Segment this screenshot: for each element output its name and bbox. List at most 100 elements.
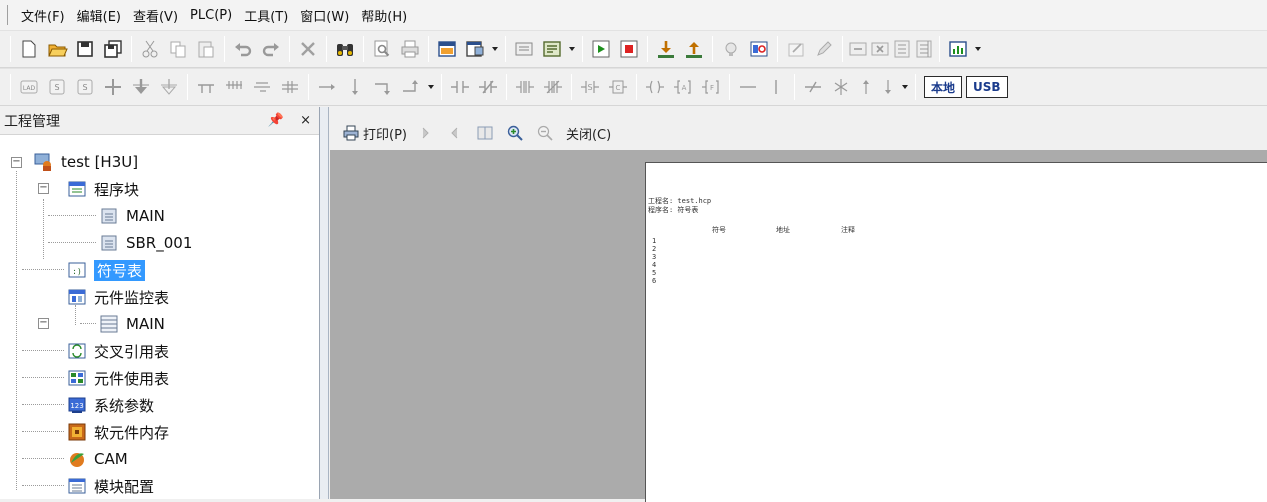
run-plc-icon[interactable] <box>587 35 615 63</box>
delete-hline-icon[interactable] <box>799 73 827 101</box>
sfc-view-icon[interactable]: S <box>43 73 71 101</box>
set-coil-icon[interactable]: A <box>669 73 697 101</box>
compile-icon[interactable] <box>510 35 538 63</box>
double-branch-icon[interactable] <box>220 73 248 101</box>
menu-plc[interactable]: PLC(P) <box>190 8 232 23</box>
monitor-bulb-icon[interactable] <box>717 35 745 63</box>
print-preview-icon[interactable] <box>368 35 396 63</box>
save-all-icon[interactable] <box>99 35 127 63</box>
tree-item-module-config[interactable]: 模块配置 <box>67 475 154 497</box>
no-contact-icon[interactable] <box>446 73 474 101</box>
monitor-table-icon[interactable] <box>745 35 773 63</box>
open-folder-icon[interactable] <box>43 35 71 63</box>
insert-column-icon[interactable] <box>891 35 913 63</box>
compile-all-icon[interactable] <box>538 35 566 63</box>
tree-root[interactable]: test [H3U] <box>34 151 138 173</box>
edit-pencil-icon[interactable] <box>810 35 838 63</box>
arrow-down-outline-icon[interactable] <box>155 73 183 101</box>
menu-tools[interactable]: 工具(T) <box>244 6 288 25</box>
step-view-icon[interactable]: S <box>71 73 99 101</box>
hline-icon[interactable] <box>734 73 762 101</box>
tree-item-cam[interactable]: CAM <box>67 448 128 470</box>
printer-icon[interactable] <box>396 35 424 63</box>
find-binoculars-icon[interactable] <box>331 35 359 63</box>
menu-window[interactable]: 窗口(W) <box>300 6 349 25</box>
move-down-icon[interactable] <box>877 73 899 101</box>
prev-page-button[interactable] <box>446 124 467 142</box>
tree-item-label: MAIN <box>126 315 165 333</box>
usb-connection-button[interactable]: USB <box>966 76 1008 98</box>
collapse-program-blocks-icon[interactable]: − <box>38 183 49 194</box>
copy-icon[interactable] <box>164 35 192 63</box>
redo-icon[interactable] <box>257 35 285 63</box>
vert-wire-icon[interactable] <box>341 73 369 101</box>
arrow-down-icon[interactable] <box>127 73 155 101</box>
tree-item-monitor-table[interactable]: 元件监控表 <box>67 286 169 308</box>
tree-item-sbr-001[interactable]: SBR_001 <box>99 232 192 254</box>
window-list-icon[interactable] <box>461 35 489 63</box>
add-branch-icon[interactable] <box>99 73 127 101</box>
delete-vline-icon[interactable] <box>827 73 855 101</box>
coil-icon[interactable] <box>641 73 669 101</box>
save-icon[interactable] <box>71 35 99 63</box>
function-coil-icon[interactable]: F <box>697 73 725 101</box>
tree-item-symbol-table[interactable]: :) 符号表 <box>67 259 146 281</box>
zoom-in-button[interactable] <box>506 124 527 142</box>
cross-line-icon[interactable] <box>276 73 304 101</box>
menu-view[interactable]: 查看(V) <box>133 6 178 25</box>
parallel-nc-icon[interactable] <box>539 73 567 101</box>
print-button[interactable]: 打印(P) <box>342 124 407 143</box>
tree-item-usage-table[interactable]: 元件使用表 <box>67 367 169 389</box>
pin-icon[interactable]: 📌 <box>268 113 284 128</box>
delete-icon[interactable] <box>294 35 322 63</box>
parallel-no-icon[interactable] <box>511 73 539 101</box>
next-page-button[interactable] <box>416 124 437 142</box>
dropdown-arrow-icon[interactable] <box>489 35 501 63</box>
dropdown-arrow-icon[interactable] <box>566 35 578 63</box>
delete-column-icon[interactable] <box>913 35 935 63</box>
collapse-root-icon[interactable]: − <box>11 157 22 168</box>
undo-icon[interactable] <box>229 35 257 63</box>
move-up-icon[interactable] <box>855 73 877 101</box>
menu-edit[interactable]: 编辑(E) <box>77 6 121 25</box>
tree-item-monitor-main[interactable]: MAIN <box>99 313 165 335</box>
wire-corner-down-icon[interactable] <box>369 73 397 101</box>
menu-help[interactable]: 帮助(H) <box>361 6 407 25</box>
stop-plc-icon[interactable] <box>615 35 643 63</box>
dropdown-arrow-icon[interactable] <box>972 35 984 63</box>
cut-icon[interactable] <box>136 35 164 63</box>
tree-item-cross-reference[interactable]: 交叉引用表 <box>67 340 169 362</box>
vline-icon[interactable] <box>762 73 790 101</box>
tree-item-program-blocks[interactable]: 程序块 <box>67 178 139 200</box>
wire-corner-up-icon[interactable] <box>397 73 425 101</box>
panel-splitter[interactable] <box>320 107 329 499</box>
horizontal-line-icon[interactable] <box>248 73 276 101</box>
insert-row-icon[interactable] <box>847 35 869 63</box>
horiz-wire-arrow-icon[interactable] <box>313 73 341 101</box>
rising-edge-icon[interactable]: S <box>576 73 604 101</box>
nc-contact-icon[interactable] <box>474 73 502 101</box>
two-page-button[interactable] <box>476 124 497 142</box>
dropdown-arrow-icon[interactable] <box>899 73 911 101</box>
modify-value-icon[interactable] <box>782 35 810 63</box>
function-block-icon[interactable]: C <box>604 73 632 101</box>
close-preview-button[interactable]: 关闭(C) <box>566 124 611 143</box>
zoom-out-button[interactable] <box>536 124 557 142</box>
window-layout-icon[interactable] <box>433 35 461 63</box>
delete-row-icon[interactable] <box>869 35 891 63</box>
contact-branch-icon[interactable] <box>192 73 220 101</box>
new-file-icon[interactable] <box>15 35 43 63</box>
local-connection-button[interactable]: 本地 <box>924 76 963 98</box>
tree-item-soft-memory[interactable]: 软元件内存 <box>67 421 169 443</box>
paste-icon[interactable] <box>192 35 220 63</box>
chart-view-icon[interactable] <box>944 35 972 63</box>
dropdown-arrow-icon[interactable] <box>425 73 437 101</box>
upload-icon[interactable] <box>680 35 708 63</box>
tree-item-system-params[interactable]: 123 系统参数 <box>67 394 154 416</box>
menu-file[interactable]: 文件(F) <box>21 6 65 25</box>
download-icon[interactable] <box>652 35 680 63</box>
ladder-view-icon[interactable]: LAD <box>15 73 43 101</box>
tree-item-main[interactable]: MAIN <box>99 205 165 227</box>
close-panel-icon[interactable]: × <box>300 113 311 128</box>
collapse-monitor-table-icon[interactable]: − <box>38 318 49 329</box>
